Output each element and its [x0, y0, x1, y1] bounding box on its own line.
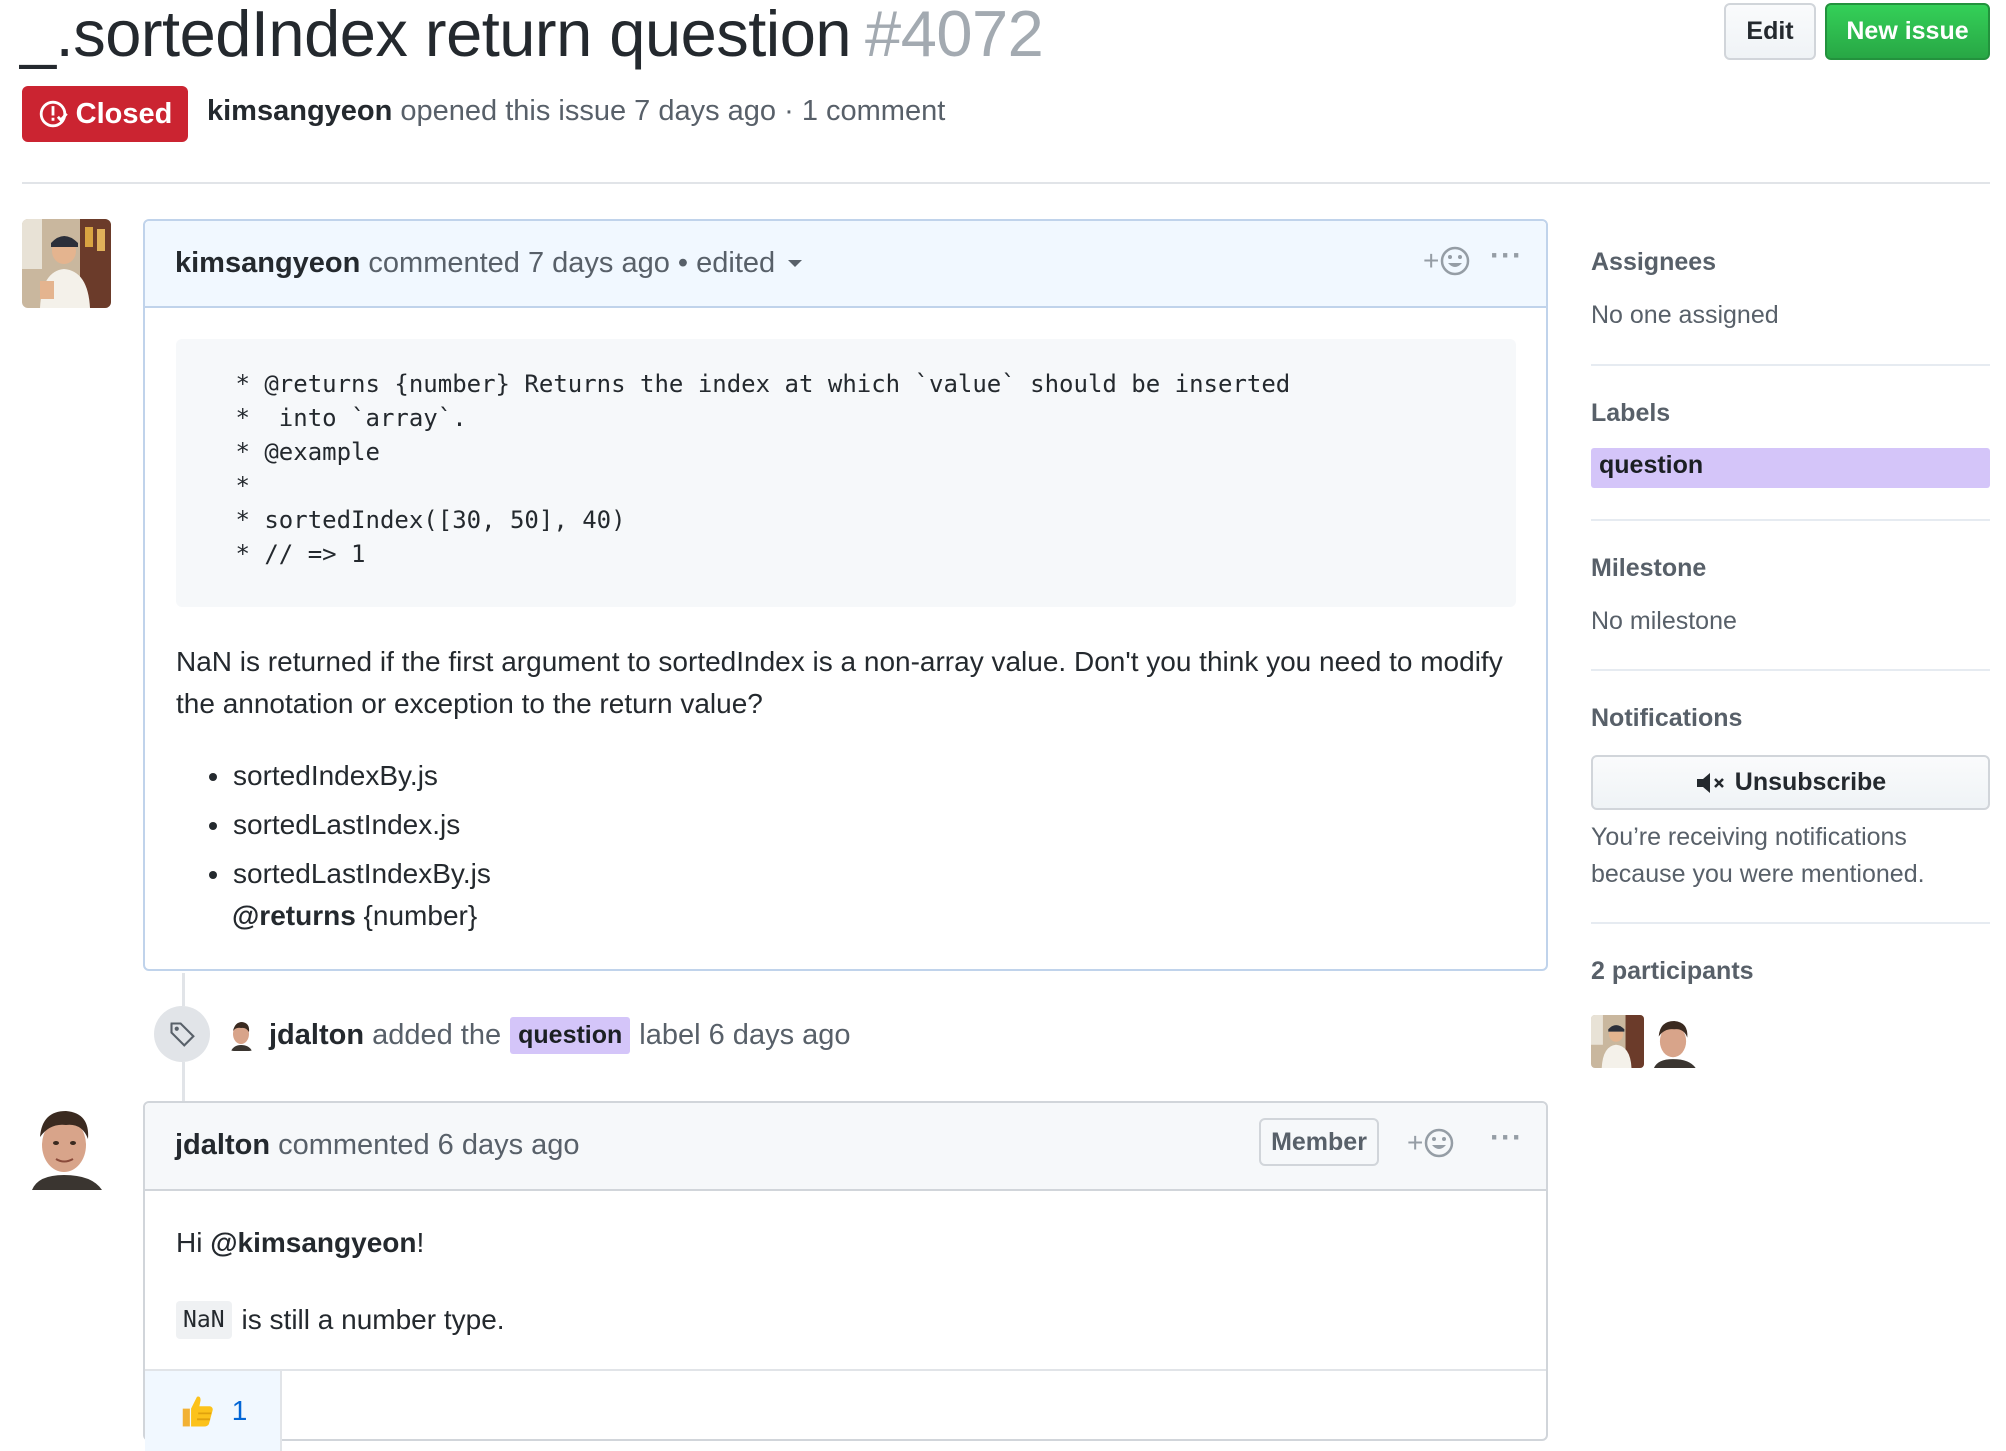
returns-line: @returns {number}: [232, 891, 491, 940]
code-block-text: * @returns {number} Returns the index at…: [235, 370, 1291, 568]
comment-header: jdalton commented 6 days ago Member + ··…: [145, 1103, 1546, 1191]
code-block: * @returns {number} Returns the index at…: [176, 339, 1516, 607]
avatar-jdalton[interactable]: [22, 1101, 111, 1190]
notifications-heading: Notifications: [1591, 704, 1743, 732]
issue-meta: kimsangyeon opened this issue 7 days ago…: [207, 95, 945, 128]
unsubscribe-button[interactable]: Unsubscribe: [1591, 755, 1990, 810]
greeting-suffix: !: [416, 1227, 425, 1258]
file-list: sortedIndexBy.js sortedLastIndex.js sort…: [176, 751, 491, 940]
returns-tag: @returns: [232, 900, 356, 931]
notification-reason: You’re receiving notifications because y…: [1591, 823, 1925, 888]
mute-icon: [1696, 772, 1724, 793]
comment-author-link[interactable]: kimsangyeon: [175, 247, 360, 279]
reactions-bar: 1: [145, 1369, 1546, 1451]
thumbs-up-count: 1: [231, 1395, 248, 1426]
event-text-after: label 6 days ago: [639, 1019, 851, 1051]
tag-icon: [170, 1022, 195, 1047]
sidebar-divider: [1591, 364, 1990, 366]
issue-author-link[interactable]: kimsangyeon: [207, 95, 392, 127]
participants-heading: 2 participants: [1591, 957, 1754, 985]
sidebar-divider: [1591, 669, 1990, 671]
issue-meta-text: opened this issue 7 days ago · 1 comment: [400, 95, 946, 127]
assignees-heading[interactable]: Assignees: [1591, 248, 1716, 277]
list-item: sortedIndexBy.js: [232, 751, 491, 800]
add-reaction-button[interactable]: +: [1423, 245, 1471, 277]
labels-heading[interactable]: Labels: [1591, 399, 1670, 428]
thumbs-up-reaction[interactable]: 1: [145, 1371, 282, 1451]
edit-button[interactable]: Edit: [1724, 3, 1816, 60]
sidebar-divider: [1591, 922, 1990, 924]
returns-type: {number}: [355, 900, 478, 931]
sidebar-divider: [1591, 519, 1990, 521]
comment-header-text: jdalton commented 6 days ago: [175, 1129, 580, 1162]
comment-kimsangyeon: kimsangyeon commented 7 days ago • edite…: [143, 219, 1548, 971]
label-event: jdalton added the question label 6 days …: [228, 1017, 851, 1054]
comment-meta[interactable]: commented 7 days ago • edited: [368, 247, 775, 279]
event-actor-link[interactable]: jdalton: [269, 1019, 364, 1052]
more-icon[interactable]: ···: [1490, 1121, 1523, 1155]
add-reaction-icon: [1441, 246, 1470, 276]
milestone-heading[interactable]: Milestone: [1591, 554, 1706, 583]
sidebar-label-question[interactable]: question: [1591, 448, 1990, 488]
issue-state-label: Closed: [75, 97, 173, 130]
comment-greeting: Hi @kimsangyeon!: [176, 1227, 424, 1259]
milestone-value: No milestone: [1591, 607, 1737, 635]
issue-title-text: _.sortedIndex return question: [20, 0, 852, 70]
timeline-line: [182, 973, 185, 1006]
greeting-prefix: Hi: [176, 1227, 211, 1258]
add-reaction-button[interactable]: +: [1407, 1127, 1455, 1159]
comment-paragraph: NaN is returned if the first argument to…: [176, 646, 1503, 719]
header-divider: [22, 182, 1990, 184]
mention-link[interactable]: @kimsangyeon: [210, 1227, 416, 1258]
event-text-before: added the: [372, 1019, 502, 1051]
unsubscribe-label: Unsubscribe: [1734, 768, 1887, 796]
issue-state-badge: Closed: [22, 86, 188, 142]
plus-icon: +: [1407, 1127, 1424, 1158]
comment-text-rest: is still a number type.: [241, 1304, 505, 1335]
event-avatar-jdalton[interactable]: [228, 1020, 255, 1051]
thumbs-up-icon: [182, 1396, 213, 1427]
more-icon[interactable]: ···: [1490, 239, 1523, 273]
comment-meta[interactable]: commented 6 days ago: [278, 1129, 579, 1161]
comment-jdalton: jdalton commented 6 days ago Member + ··…: [143, 1101, 1548, 1451]
inline-code: NaN: [176, 1301, 232, 1339]
event-label-question[interactable]: question: [510, 1017, 631, 1054]
add-reaction-icon: [1425, 1128, 1454, 1158]
comment-author-link[interactable]: jdalton: [175, 1129, 270, 1161]
member-badge: Member: [1259, 1118, 1379, 1166]
issue-number: #4072: [865, 0, 1044, 70]
timeline-line: [182, 1062, 185, 1101]
assignees-value: No one assigned: [1591, 301, 1779, 329]
comment-text: NaN is still a number type.: [176, 1301, 505, 1339]
participant-avatar-kimsangyeon[interactable]: [1591, 1015, 1644, 1068]
issue-title: _.sortedIndex return question #4072: [20, 0, 1044, 72]
comment-header-text: kimsangyeon commented 7 days ago • edite…: [175, 247, 803, 280]
new-issue-button[interactable]: New issue: [1825, 3, 1990, 60]
timeline-badge: [154, 1006, 210, 1062]
dropdown-caret-icon[interactable]: [787, 259, 803, 269]
issue-closed-icon: [39, 100, 68, 128]
list-item: sortedLastIndex.js: [232, 800, 491, 849]
participant-avatar-jdalton[interactable]: [1648, 1015, 1701, 1068]
plus-icon: +: [1423, 245, 1440, 276]
avatar-kimsangyeon[interactable]: [22, 219, 111, 308]
comment-header: kimsangyeon commented 7 days ago • edite…: [145, 221, 1546, 308]
